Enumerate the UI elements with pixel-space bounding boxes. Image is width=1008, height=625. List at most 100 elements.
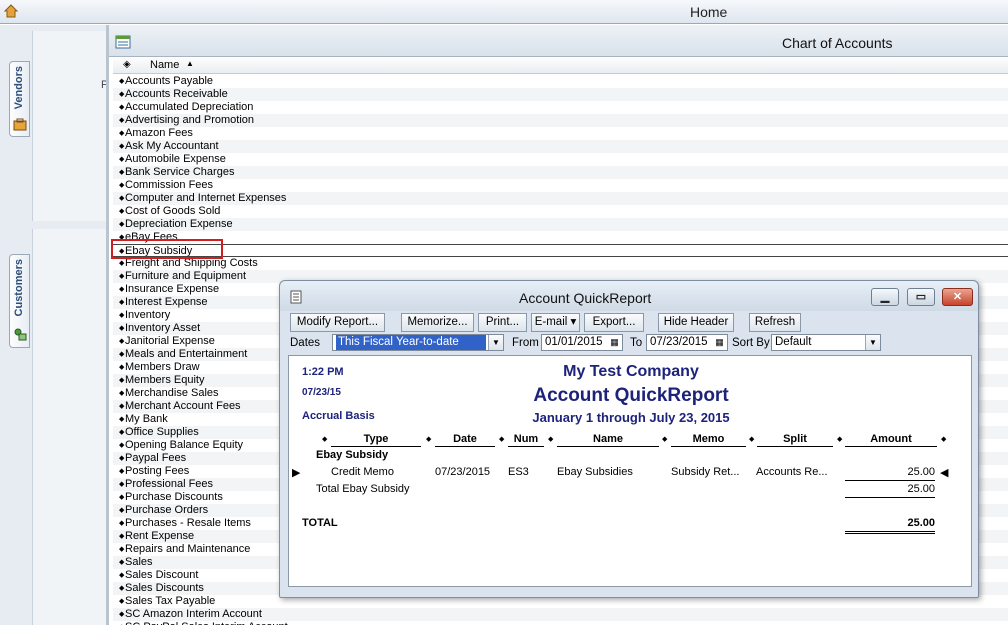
sort-by-label: Sort By xyxy=(732,337,770,349)
column-diamond-icon[interactable]: ◆ xyxy=(322,435,327,443)
column-header-amount[interactable]: Amount xyxy=(845,433,937,447)
quickreport-window: Account QuickReport ▁ ▭ ✕ Modify Report.… xyxy=(279,280,979,598)
print-button[interactable]: Print... xyxy=(478,313,527,332)
account-name: Accounts Payable xyxy=(125,75,214,87)
row-num[interactable]: ES3 xyxy=(508,466,529,478)
export-button[interactable]: Export... xyxy=(584,313,644,332)
to-date-value: 07/23/2015 xyxy=(650,336,708,348)
account-row[interactable]: ◆Ask My Accountant xyxy=(113,140,1008,153)
total-underline xyxy=(845,531,935,532)
row-amount[interactable]: 25.00 xyxy=(845,466,935,478)
account-row[interactable]: ◆Automobile Expense xyxy=(113,153,1008,166)
account-name: Inventory Asset xyxy=(125,322,201,334)
account-row[interactable]: ◆Amazon Fees xyxy=(113,127,1008,140)
row-name[interactable]: Ebay Subsidies xyxy=(557,466,633,478)
column-header-memo[interactable]: Memo xyxy=(671,433,746,447)
chevron-down-icon[interactable]: ▼ xyxy=(865,335,880,350)
dates-label: Dates xyxy=(290,337,321,349)
from-date-field[interactable]: 01/01/2015 ▦ xyxy=(541,334,623,351)
column-diamond-icon[interactable]: ◆ xyxy=(749,435,754,443)
vendors-icon xyxy=(13,118,27,131)
column-diamond-icon[interactable]: ◆ xyxy=(837,435,842,443)
account-list-header[interactable]: ◈ Name ▲ xyxy=(113,58,1008,74)
to-label: To xyxy=(630,337,643,349)
account-name: Freight and Shipping Costs xyxy=(125,257,258,269)
column-diamond-icon[interactable]: ◆ xyxy=(499,435,504,443)
sort-by-dropdown[interactable]: Default ▼ xyxy=(771,334,881,351)
chart-of-accounts-header: Chart of Accounts xyxy=(109,25,1008,57)
row-type[interactable]: Credit Memo xyxy=(331,466,394,478)
row-pointer-left-icon: ▶ xyxy=(292,467,301,479)
column-header-date[interactable]: Date xyxy=(435,433,495,447)
column-diamond-icon[interactable]: ◆ xyxy=(548,435,553,443)
account-name: SC PayPal Sales Interim Account xyxy=(125,621,288,625)
hierarchy-diamond-icon[interactable]: ◈ xyxy=(123,59,131,70)
home-title-bar: Home xyxy=(0,0,1008,24)
account-name: Office Supplies xyxy=(125,426,199,438)
column-diamond-icon[interactable]: ◆ xyxy=(662,435,667,443)
row-split[interactable]: Accounts Re... xyxy=(756,466,828,478)
quickreport-window-title: Account QuickReport xyxy=(519,290,652,306)
name-column-header[interactable]: Name xyxy=(150,59,179,71)
column-header-num[interactable]: Num xyxy=(508,433,544,447)
account-row[interactable]: ◆eBay Fees xyxy=(113,231,1008,244)
column-header-split[interactable]: Split xyxy=(757,433,833,447)
account-name: Sales Discount xyxy=(125,569,199,581)
row-memo[interactable]: Subsidy Ret... xyxy=(671,466,739,478)
subtotal-line xyxy=(845,480,935,481)
account-row[interactable]: ◆SC Amazon Interim Account xyxy=(113,608,1008,621)
account-row[interactable]: ◆Cost of Goods Sold xyxy=(113,205,1008,218)
customers-icon xyxy=(14,328,27,341)
report-date-range: January 1 through July 23, 2015 xyxy=(532,410,730,425)
account-row[interactable]: ◆Advertising and Promotion xyxy=(113,114,1008,127)
to-date-field[interactable]: 07/23/2015 ▦ xyxy=(646,334,728,351)
calendar-icon[interactable]: ▦ xyxy=(713,336,726,349)
account-row[interactable]: ◆SC PayPal Sales Interim Account xyxy=(113,621,1008,625)
email-button[interactable]: E-mail ▾ xyxy=(531,313,580,332)
row-date[interactable]: 07/23/2015 xyxy=(435,466,490,478)
hide-header-button[interactable]: Hide Header xyxy=(658,313,734,332)
account-row[interactable]: ◆Depreciation Expense xyxy=(113,218,1008,231)
account-name: Merchandise Sales xyxy=(125,387,219,399)
quickreport-titlebar[interactable]: Account QuickReport ▁ ▭ ✕ xyxy=(280,281,978,311)
sort-ascending-icon[interactable]: ▲ xyxy=(186,59,194,68)
group-total-label: Total Ebay Subsidy xyxy=(316,483,410,495)
account-row[interactable]: ◆Accumulated Depreciation xyxy=(113,101,1008,114)
tab-customers-label: Customers xyxy=(13,259,25,317)
account-name: Accounts Receivable xyxy=(125,88,228,100)
customers-panel xyxy=(32,229,106,625)
list-icon xyxy=(115,35,131,49)
account-name: Opening Balance Equity xyxy=(125,439,244,451)
account-name: My Bank xyxy=(125,413,168,425)
account-name: Amazon Fees xyxy=(125,127,193,139)
memorize-button[interactable]: Memorize... xyxy=(401,313,474,332)
maximize-button[interactable]: ▭ xyxy=(907,288,935,306)
account-name: Paypal Fees xyxy=(125,452,187,464)
account-row[interactable]: ◆Computer and Internet Expenses xyxy=(113,192,1008,205)
account-row[interactable]: ◆Accounts Receivable xyxy=(113,88,1008,101)
account-row[interactable]: ◆Accounts Payable xyxy=(113,75,1008,88)
dates-selected-value: This Fiscal Year-to-date xyxy=(336,335,486,350)
account-row[interactable]: ◆Bank Service Charges xyxy=(113,166,1008,179)
tab-customers[interactable]: Customers xyxy=(9,254,30,348)
account-name: Depreciation Expense xyxy=(125,218,233,230)
account-row[interactable]: ◆Commission Fees xyxy=(113,179,1008,192)
dates-dropdown[interactable]: This Fiscal Year-to-date ▼ xyxy=(332,334,504,351)
close-button[interactable]: ✕ xyxy=(942,288,973,306)
group-total-amount: 25.00 xyxy=(907,483,935,495)
account-row[interactable]: ◆Ebay Subsidy xyxy=(113,244,1008,257)
account-row[interactable]: ◆Freight and Shipping Costs xyxy=(113,257,1008,270)
tab-vendors[interactable]: Vendors xyxy=(9,61,30,137)
modify-report-button[interactable]: Modify Report... xyxy=(290,313,385,332)
refresh-button[interactable]: Refresh xyxy=(749,313,801,332)
account-name: Commission Fees xyxy=(125,179,214,191)
close-icon: ✕ xyxy=(952,291,963,303)
column-diamond-icon[interactable]: ◆ xyxy=(426,435,431,443)
account-name: Sales xyxy=(125,556,153,568)
chevron-down-icon[interactable]: ▼ xyxy=(488,335,503,350)
column-header-type[interactable]: Type xyxy=(331,433,421,447)
column-diamond-icon[interactable]: ◆ xyxy=(941,435,946,443)
minimize-button[interactable]: ▁ xyxy=(871,288,899,306)
calendar-icon[interactable]: ▦ xyxy=(608,336,621,349)
column-header-name[interactable]: Name xyxy=(557,433,659,447)
